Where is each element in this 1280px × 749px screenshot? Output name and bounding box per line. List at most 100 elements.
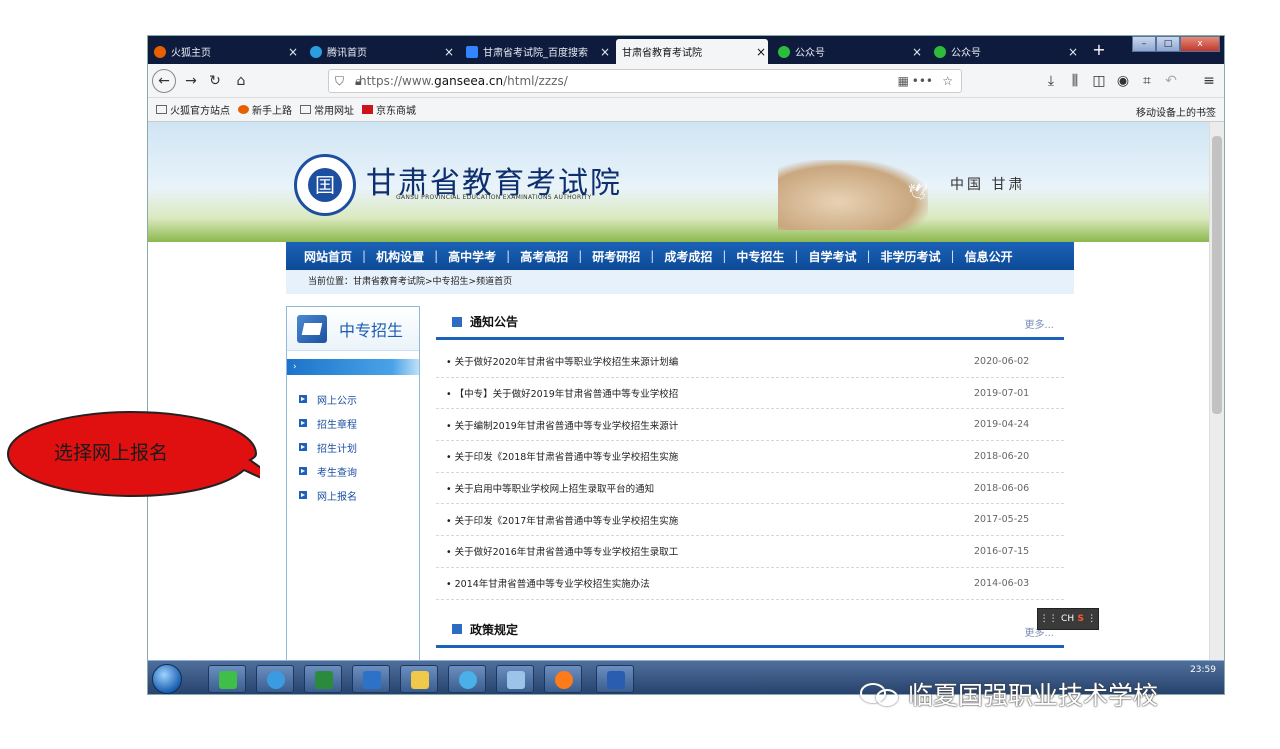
section-square-icon — [452, 624, 462, 634]
app-taskbar-icon[interactable] — [352, 665, 390, 693]
nav-self-study[interactable]: 自学考试 — [808, 248, 856, 265]
close-icon[interactable]: × — [1066, 45, 1080, 59]
close-icon[interactable]: × — [754, 45, 768, 59]
ime-toolbar[interactable]: ⋮⋮ CH S ⋮ — [1037, 608, 1099, 630]
more-link[interactable]: 更多... — [1024, 316, 1054, 331]
folder-icon — [156, 105, 167, 114]
address-bar[interactable]: ⛉ 🔒︎ https://www.ganseea.cn/html/zzzs/ ▦… — [328, 69, 962, 93]
folder-taskbar-icon[interactable] — [400, 665, 438, 693]
more-actions-icon[interactable]: ••• — [912, 74, 933, 88]
sidebar-item-online-registration[interactable]: 网上报名 — [287, 483, 419, 507]
notepad-taskbar-icon[interactable] — [496, 665, 534, 693]
nav-organization[interactable]: 机构设置 — [376, 248, 424, 265]
bookmark-item[interactable]: 京东商城 — [362, 102, 416, 117]
word-taskbar-icon[interactable] — [596, 665, 634, 693]
wechat-taskbar-icon[interactable] — [208, 665, 246, 693]
ie-taskbar-icon[interactable] — [256, 665, 294, 693]
sidebar-item-public-notice[interactable]: 网上公示 — [287, 387, 419, 411]
bookmark-item[interactable]: 新手上路 — [238, 102, 292, 117]
firefox-taskbar-icon[interactable] — [544, 665, 582, 693]
sogou-icon[interactable]: S — [1077, 614, 1083, 624]
notice-link[interactable]: • 关于启用中等职业学校网上招生录取平台的通知 — [446, 481, 974, 495]
notice-link[interactable]: • 关于印发《2017年甘肃省普通中等专业学校招生实施 — [446, 513, 974, 527]
nav-non-degree[interactable]: 非学历考试 — [881, 248, 941, 265]
sidebar-item-admission-rules[interactable]: 招生章程 — [287, 411, 419, 435]
maximize-button[interactable]: □ — [1156, 36, 1180, 52]
sidebar-item-admission-plan[interactable]: 招生计划 — [287, 435, 419, 459]
tab-label: 公众号 — [795, 48, 825, 59]
wechat-icon — [778, 45, 790, 58]
scrollbar-thumb[interactable] — [1212, 136, 1222, 414]
list-item[interactable]: • 关于做好2016年甘肃省普通中等专业学校招生录取工 2016-07-15 — [436, 536, 1064, 568]
wechat-watermark-icon — [860, 681, 900, 707]
excel-taskbar-icon[interactable] — [304, 665, 342, 693]
lock-icon[interactable]: 🔒︎ — [355, 74, 361, 89]
list-item[interactable]: • 【中专】关于做好2019年甘肃省普通中等专业学校招 2019-07-01 — [436, 378, 1064, 410]
menu-icon[interactable]: ≡ — [1198, 71, 1220, 93]
close-icon[interactable]: × — [286, 45, 300, 59]
nav-adult-exam[interactable]: 成考成招 — [664, 248, 712, 265]
reload-button[interactable]: ↻ — [204, 71, 226, 93]
notice-link[interactable]: • 关于做好2020年甘肃省中等职业学校招生来源计划编 — [446, 354, 974, 368]
list-item[interactable]: • 关于编制2019年甘肃省普通中等专业学校招生来源计 2019-04-24 — [436, 409, 1064, 442]
nav-gaokao[interactable]: 高考高招 — [520, 248, 568, 265]
notice-link[interactable]: • 2014年甘肃省普通中等专业学校招生实施办法 — [446, 576, 974, 590]
mobile-bookmarks[interactable]: 移动设备上的书签 — [1136, 104, 1216, 119]
nav-postgrad[interactable]: 研考研招 — [592, 248, 640, 265]
bookmark-item[interactable]: 常用网址 — [300, 102, 354, 117]
download-icon[interactable]: ⤓ — [1040, 71, 1062, 93]
nav-vocational[interactable]: 中专招生 — [736, 248, 784, 265]
nav-home[interactable]: 网站首页 — [304, 248, 352, 265]
firefox-icon — [238, 105, 249, 114]
bookmark-item[interactable]: 火狐官方站点 — [156, 102, 230, 117]
close-window-button[interactable]: x — [1180, 36, 1220, 52]
shield-icon[interactable]: ⛉ — [335, 74, 344, 89]
screenshot-icon[interactable]: ⌗ — [1136, 71, 1158, 93]
ime-language[interactable]: CH — [1061, 614, 1074, 624]
qr-code-icon[interactable]: ▦ — [898, 74, 909, 88]
undo-icon[interactable]: ↶ — [1160, 71, 1182, 93]
close-icon[interactable]: × — [442, 45, 456, 59]
notice-date: 2019-07-01 — [974, 387, 1030, 399]
close-icon[interactable]: × — [598, 45, 612, 59]
list-item[interactable]: • 关于做好2020年甘肃省中等职业学校招生来源计划编 2020-06-02 — [436, 346, 1064, 378]
library-icon[interactable]: ⫼ — [1064, 71, 1086, 93]
wechat-icon — [934, 45, 946, 58]
tab-label: 火狐主页 — [171, 48, 211, 59]
list-item[interactable]: • 关于印发《2018年甘肃省普通中等专业学校招生实施 2018-06-20 — [436, 441, 1064, 473]
sidebar-item-student-query[interactable]: 考生查询 — [287, 459, 419, 483]
tab-tencent[interactable]: 腾讯首页 × — [304, 39, 456, 64]
notice-link[interactable]: • 【中专】关于做好2019年甘肃省普通中等专业学校招 — [446, 386, 974, 400]
list-item[interactable]: • 关于印发《2017年甘肃省普通中等专业学校招生实施 2017-05-25 — [436, 504, 1064, 537]
nav-high-school-exam[interactable]: 高中学考 — [448, 248, 496, 265]
notice-link[interactable]: • 关于印发《2018年甘肃省普通中等专业学校招生实施 — [446, 449, 974, 463]
home-button[interactable]: ⌂ — [230, 71, 252, 93]
close-icon[interactable]: × — [910, 45, 924, 59]
tab-ganseea[interactable]: 甘肃省教育考试院 × — [616, 39, 768, 64]
bookmark-star-icon[interactable]: ☆ — [942, 74, 953, 88]
chat-taskbar-icon[interactable] — [448, 665, 486, 693]
extension-icon[interactable]: ◉ — [1112, 71, 1134, 93]
minimize-button[interactable]: – — [1132, 36, 1156, 52]
sidebar-icon[interactable]: ◫ — [1088, 71, 1110, 93]
bookmark-label: 新手上路 — [252, 106, 292, 117]
notice-list: • 关于做好2020年甘肃省中等职业学校招生来源计划编 2020-06-02 • … — [436, 346, 1064, 600]
start-button[interactable] — [152, 664, 182, 694]
nav-info-public[interactable]: 信息公开 — [965, 248, 1013, 265]
ime-menu-icon[interactable]: ⋮ — [1087, 614, 1096, 624]
new-tab-button[interactable]: + — [1089, 40, 1109, 59]
forward-button[interactable]: → — [180, 71, 202, 93]
page-scrollbar[interactable] — [1209, 122, 1224, 660]
tab-label: 公众号 — [951, 48, 981, 59]
tab-baidu-search[interactable]: 甘肃省考试院_百度搜索 × — [460, 39, 612, 64]
site-logo[interactable]: 囯 — [294, 154, 356, 216]
notice-link[interactable]: • 关于编制2019年甘肃省普通中等专业学校招生来源计 — [446, 418, 974, 432]
back-button[interactable]: ← — [152, 69, 176, 93]
tab-wechat-2[interactable]: 公众号 × — [928, 39, 1080, 64]
notice-link[interactable]: • 关于做好2016年甘肃省普通中等专业学校招生录取工 — [446, 544, 974, 558]
tab-firefox-home[interactable]: 火狐主页 × — [148, 39, 300, 64]
list-item[interactable]: • 2014年甘肃省普通中等专业学校招生实施办法 2014-06-03 — [436, 568, 1064, 600]
system-clock[interactable]: 23:59 — [1190, 664, 1216, 676]
list-item[interactable]: • 关于启用中等职业学校网上招生录取平台的通知 2018-06-06 — [436, 473, 1064, 505]
tab-wechat-1[interactable]: 公众号 × — [772, 39, 924, 64]
